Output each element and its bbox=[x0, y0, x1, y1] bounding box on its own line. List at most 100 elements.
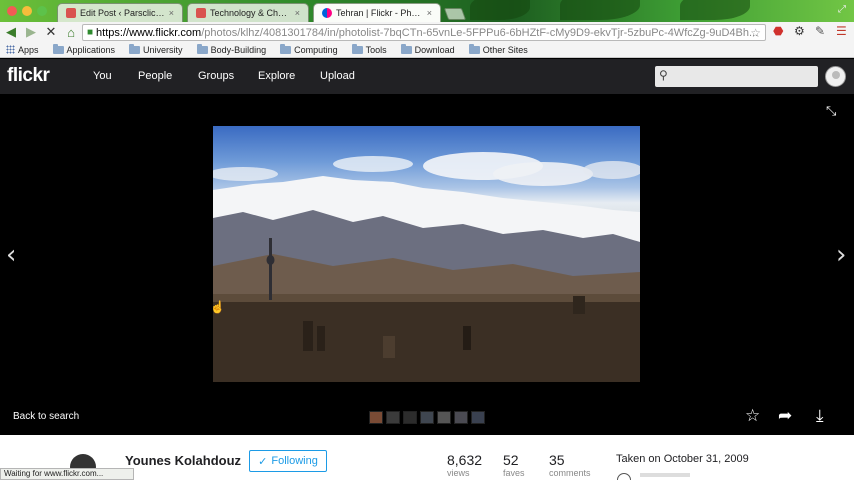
close-tab-icon[interactable]: × bbox=[295, 8, 300, 18]
nav-explore[interactable]: Explore bbox=[258, 70, 295, 82]
url-path: /photos/klhz/4081301784/in/photolist-7bq… bbox=[201, 26, 759, 39]
close-tab-icon[interactable]: × bbox=[427, 8, 432, 18]
browser-tabstrip: Edit Post ‹ Parsclick — W × Technology &… bbox=[0, 0, 854, 22]
taken-date[interactable]: Taken on October 31, 2009 bbox=[616, 453, 749, 465]
search-input[interactable]: ⚲ bbox=[655, 66, 818, 87]
stat-value: 52 bbox=[503, 452, 519, 468]
close-tab-icon[interactable]: × bbox=[169, 8, 174, 18]
stat-label: faves bbox=[503, 468, 525, 478]
folder-icon bbox=[280, 43, 292, 54]
fullscreen-icon[interactable]: ⤢ bbox=[838, 4, 846, 15]
bookmark-label: Apps bbox=[18, 44, 39, 55]
follow-label: Following bbox=[271, 455, 318, 467]
stat-views: 8,632 views bbox=[447, 452, 482, 478]
close-window-button[interactable] bbox=[7, 6, 17, 16]
chrome-menu-icon[interactable]: ☰ bbox=[836, 24, 847, 38]
bookmark-label: University bbox=[143, 44, 183, 55]
bookmark-other-sites[interactable]: Other Sites bbox=[468, 43, 528, 55]
bookmark-tools[interactable]: Tools bbox=[351, 43, 387, 55]
stat-comments: 35 comments bbox=[549, 452, 591, 478]
folder-icon bbox=[196, 43, 208, 54]
thumbnail[interactable] bbox=[437, 411, 451, 424]
zoom-window-button[interactable] bbox=[37, 6, 47, 16]
tools-icon[interactable]: ✎ bbox=[815, 24, 825, 38]
following-button[interactable]: ✓ Following bbox=[249, 450, 327, 472]
bookmark-label: Other Sites bbox=[482, 44, 528, 55]
license-icon bbox=[617, 473, 631, 480]
bookmark-applications[interactable]: Applications bbox=[52, 43, 116, 55]
back-to-search-link[interactable]: Back to search bbox=[13, 411, 79, 422]
new-tab-button[interactable] bbox=[443, 8, 467, 20]
bookmark-university[interactable]: University bbox=[129, 43, 183, 55]
bookmark-computing[interactable]: Computing bbox=[280, 43, 338, 55]
bookmark-body-building[interactable]: Body-Building bbox=[196, 43, 267, 55]
main-photo bbox=[213, 126, 640, 382]
browser-toolbar: ◀ ▶ ✕ ⌂ ■ https://www.flickr.com/photos/… bbox=[0, 22, 854, 42]
expand-icon[interactable]: ⤡ bbox=[826, 104, 840, 118]
stat-label: views bbox=[447, 468, 470, 478]
forward-icon[interactable]: ▶ bbox=[22, 24, 40, 40]
stat-value: 8,632 bbox=[447, 452, 483, 468]
share-icon[interactable]: ➦ bbox=[778, 406, 792, 426]
bookmark-star-icon[interactable]: ☆ bbox=[750, 26, 761, 40]
browser-status-bar: Waiting for www.flickr.com... bbox=[0, 468, 134, 480]
tehran-landscape-image bbox=[213, 152, 640, 382]
nav-upload[interactable]: Upload bbox=[320, 70, 355, 82]
thumbnail[interactable] bbox=[386, 411, 400, 424]
home-icon[interactable]: ⌂ bbox=[62, 25, 80, 40]
tab-label: Tehran | Flickr - Photo Sh bbox=[336, 8, 423, 18]
tab-label: Edit Post ‹ Parsclick — W bbox=[80, 8, 165, 18]
checkmark-icon: ✓ bbox=[258, 455, 268, 468]
thumbnail[interactable] bbox=[369, 411, 383, 424]
tab-favicon-icon bbox=[66, 8, 76, 18]
thumbnail[interactable] bbox=[454, 411, 468, 424]
photostream-thumbnails bbox=[369, 411, 485, 424]
thumbnail[interactable] bbox=[471, 411, 485, 424]
left-arrow-icon[interactable]: ‹ bbox=[6, 240, 16, 270]
background-leaf bbox=[680, 0, 750, 20]
folder-icon bbox=[129, 43, 141, 54]
tab-favicon-icon bbox=[196, 8, 206, 18]
download-icon[interactable]: ⤓ bbox=[816, 406, 824, 426]
folder-icon bbox=[400, 43, 412, 54]
flickr-logo[interactable]: flickr bbox=[7, 65, 50, 87]
bookmark-apps[interactable]: Apps bbox=[6, 45, 39, 55]
mouse-cursor-icon: ☝ bbox=[210, 300, 225, 314]
owner-name[interactable]: Younes Kolahdouz bbox=[125, 453, 241, 468]
thumbnail[interactable] bbox=[420, 411, 434, 424]
user-avatar[interactable] bbox=[825, 66, 846, 87]
bookmark-download[interactable]: Download bbox=[400, 43, 455, 55]
lock-icon: ■ bbox=[87, 27, 94, 38]
folder-icon bbox=[351, 43, 363, 54]
stop-loading-icon[interactable]: ✕ bbox=[42, 24, 60, 40]
right-arrow-icon[interactable]: › bbox=[836, 240, 846, 270]
bookmark-label: Body-Building bbox=[210, 44, 267, 55]
apps-grid-icon bbox=[6, 45, 15, 54]
bookmark-label: Applications bbox=[66, 44, 116, 55]
stat-value: 35 bbox=[549, 452, 565, 468]
back-icon[interactable]: ◀ bbox=[2, 24, 20, 40]
search-icon[interactable]: ⚲ bbox=[659, 68, 668, 82]
stat-label: comments bbox=[549, 468, 591, 478]
thumbnail[interactable] bbox=[403, 411, 417, 424]
background-leaf bbox=[470, 0, 530, 20]
adblock-icon[interactable]: ⬣ bbox=[773, 24, 783, 38]
license-text bbox=[640, 473, 690, 477]
folder-icon bbox=[468, 43, 480, 54]
tab-technology-change[interactable]: Technology & Change | F × bbox=[187, 3, 309, 22]
nav-groups[interactable]: Groups bbox=[198, 70, 234, 82]
bookmark-label: Tools bbox=[365, 44, 387, 55]
tab-favicon-icon bbox=[322, 8, 332, 18]
tab-edit-post[interactable]: Edit Post ‹ Parsclick — W × bbox=[57, 3, 183, 22]
folder-icon bbox=[52, 43, 64, 54]
tab-tehran-flickr[interactable]: Tehran | Flickr - Photo Sh × bbox=[313, 3, 441, 22]
minimize-window-button[interactable] bbox=[22, 6, 32, 16]
extension-gear-icon[interactable]: ⚙ bbox=[794, 24, 805, 38]
nav-people[interactable]: People bbox=[138, 70, 172, 82]
address-bar[interactable]: ■ https://www.flickr.com/photos/klhz/408… bbox=[82, 24, 766, 41]
nav-you[interactable]: You bbox=[93, 70, 112, 82]
stat-faves: 52 faves bbox=[503, 452, 525, 478]
url-host: https://www.flickr.com bbox=[96, 26, 202, 39]
favorite-star-icon[interactable]: ☆ bbox=[745, 406, 760, 426]
flickr-header: flickr You People Groups Explore Upload … bbox=[0, 59, 854, 94]
